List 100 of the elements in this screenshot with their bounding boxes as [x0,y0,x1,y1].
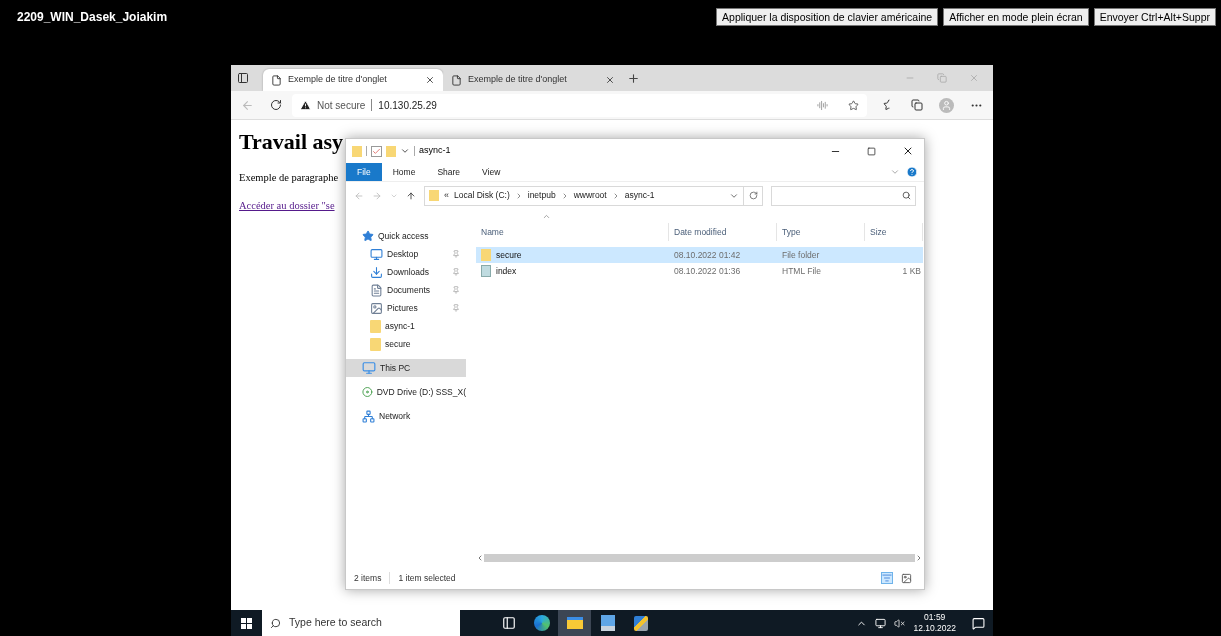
folder-icon [566,617,583,629]
toolbar-button[interactable]: Appliquer la disposition de clavier américaine [716,8,939,26]
new-tab-icon[interactable] [627,71,640,85]
folder-icon [429,190,439,201]
folder-icon [370,337,381,351]
browser-icon [533,615,550,631]
tab-actions-icon[interactable] [237,72,249,84]
folder-link[interactable]: Accéder au dossier "se [239,197,335,214]
favorite-icon[interactable] [848,99,859,111]
date-cell-text: 08.10.2022 01:36 [673,264,742,278]
close-icon[interactable] [902,145,914,157]
file-icon [481,265,491,277]
volume-muted-icon[interactable] [894,617,906,629]
read-aloud-icon[interactable] [817,99,828,111]
toolbar-button[interactable]: Afficher en mode plein écran [943,8,1089,26]
nav-item[interactable]: Quick access [346,227,466,245]
ribbon-tab[interactable]: Share [426,163,472,181]
address-field[interactable]: « Local Disk (C:) inetpub wwwroot async-1 [424,185,744,206]
computer-icon [362,361,376,375]
browser-tab[interactable]: Exemple de titre d'onglet [263,69,443,91]
nav-item[interactable]: Downloads [346,263,466,281]
column-header[interactable]: Type [777,223,865,241]
nav-label: Documents [387,283,431,297]
search-field[interactable] [771,185,916,206]
address-bar[interactable]: Not secure 10.130.25.29 [292,93,867,117]
nav-item[interactable]: This PC [346,359,466,377]
column-header[interactable]: Date modified [669,223,777,241]
scroll-right-icon[interactable] [915,554,923,562]
search-icon [902,191,911,200]
breadcrumb-overflow[interactable]: « [444,188,449,203]
picture-icon [370,301,383,315]
status-text: 1 item selected [398,571,457,585]
clock-time: 01:59 [924,612,946,623]
refresh-icon [748,191,758,200]
type-cell-text: HTML File [781,264,822,278]
nav-label: Desktop [387,247,420,261]
nav-item[interactable]: secure [346,335,466,353]
network-icon [362,409,375,423]
security-label: Not secure [317,98,366,113]
url-text: 10.130.25.29 [378,98,437,113]
folder-icon [481,249,491,261]
close-icon[interactable] [425,75,435,85]
download-icon [370,265,383,279]
page-heading: Travail asy [239,128,344,156]
file-row[interactable]: secure 08.10.2022 01:42 File folder [476,247,923,263]
windows-logo-icon[interactable] [241,617,252,629]
help-icon[interactable] [906,166,918,178]
nav-item[interactable]: Documents [346,281,466,299]
star-icon [362,230,374,242]
nav-label: Quick access [378,229,430,243]
up-icon[interactable] [406,190,416,201]
folder-icon [370,319,381,333]
scroll-left-icon[interactable] [476,554,484,562]
taskbar-button[interactable] [558,610,591,636]
breadcrumb-item[interactable]: inetpub [527,189,556,202]
column-header[interactable]: Name [476,223,669,241]
file-name: secure [496,248,522,262]
nav-label: This PC [380,361,412,375]
horizontal-scrollbar[interactable] [476,553,923,563]
nav-item[interactable]: DVD Drive (D:) SSS_X( [346,383,466,401]
nav-item[interactable]: Network [346,407,466,425]
tab-label: Exemple de titre d'onglet [288,73,388,87]
breadcrumb-item[interactable]: async-1 [624,189,655,202]
close-icon[interactable] [605,75,615,85]
ribbon-tab[interactable]: View [471,163,512,181]
nav-item[interactable]: async-1 [346,317,466,335]
network-status-icon[interactable] [875,617,887,629]
window-title: async-1 [419,144,451,158]
refresh-button[interactable] [743,185,763,206]
file-name: index [496,264,517,278]
document-icon [370,283,383,297]
ribbon-tab[interactable]: File [346,163,382,181]
page-icon [271,74,282,86]
disc-icon [362,386,373,398]
nav-label: secure [385,337,412,351]
nav-label: Network [379,409,412,423]
large-icons-view-icon[interactable] [901,572,912,584]
ribbon-tab[interactable]: Home [381,163,427,181]
nav-label: DVD Drive (D:) SSS_X( [376,385,466,399]
nav-item[interactable]: Pictures [346,299,466,317]
search-icon [270,617,281,629]
page-paragraph: Exemple de paragraphe [239,171,339,185]
size-cell-text: 1 KB [901,264,922,278]
notification-icon[interactable] [972,616,985,630]
type-cell-text: File folder [781,248,821,262]
toolbar-button[interactable]: Envoyer Ctrl+Alt+Suppr [1093,8,1216,26]
refresh-icon[interactable] [270,99,282,111]
nav-label: Downloads [387,265,431,279]
package-icon [633,615,648,631]
maximize-icon[interactable] [867,146,876,156]
file-row[interactable]: index 08.10.2022 01:36 HTML File 1 KB [476,263,923,279]
breadcrumb-item[interactable]: wwwroot [573,189,607,202]
warning-icon [300,99,311,111]
collections-icon[interactable] [911,99,923,111]
column-header[interactable]: Size [865,223,923,241]
breadcrumb-item[interactable]: Local Disk (C:) [454,189,510,202]
clock-date: 12.10.2022 [913,623,956,634]
nav-item[interactable]: Desktop [346,245,466,263]
taskbar-search-field[interactable]: Type here to search [262,610,460,636]
nav-label: async-1 [385,319,416,333]
